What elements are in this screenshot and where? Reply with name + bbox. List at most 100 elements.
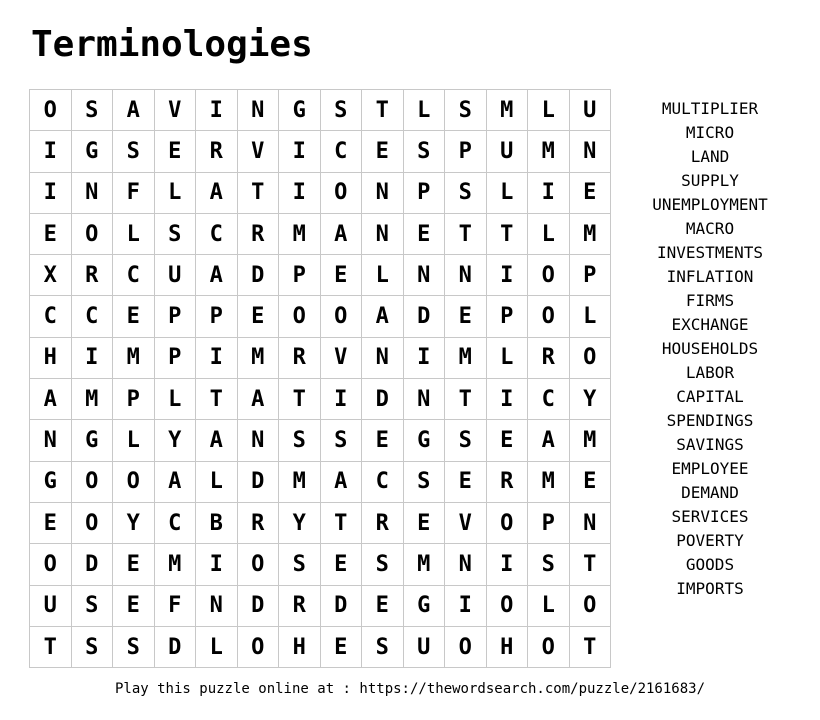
- grid-cell[interactable]: B: [196, 502, 238, 545]
- grid-cell[interactable]: R: [237, 213, 279, 256]
- grid-cell[interactable]: L: [196, 461, 238, 503]
- grid-cell[interactable]: S: [445, 90, 487, 132]
- grid-cell[interactable]: N: [403, 379, 445, 421]
- grid-cell[interactable]: I: [71, 337, 113, 380]
- grid-cell[interactable]: M: [569, 420, 611, 462]
- grid-cell[interactable]: A: [196, 255, 238, 297]
- grid-cell[interactable]: L: [154, 379, 196, 421]
- grid-cell[interactable]: E: [362, 131, 404, 173]
- grid-cell[interactable]: N: [569, 131, 611, 173]
- grid-cell[interactable]: E: [113, 544, 155, 586]
- grid-cell[interactable]: T: [569, 544, 611, 586]
- grid-cell[interactable]: O: [279, 296, 321, 338]
- grid-cell[interactable]: S: [154, 213, 196, 256]
- grid-cell[interactable]: P: [154, 337, 196, 380]
- grid-cell[interactable]: S: [320, 420, 362, 462]
- grid-cell[interactable]: T: [445, 213, 487, 256]
- grid-cell[interactable]: S: [279, 544, 321, 586]
- grid-cell[interactable]: L: [196, 626, 238, 669]
- grid-cell[interactable]: E: [569, 461, 611, 503]
- grid-cell[interactable]: V: [445, 502, 487, 545]
- grid-cell[interactable]: S: [320, 90, 362, 132]
- grid-cell[interactable]: I: [486, 255, 528, 297]
- grid-cell[interactable]: A: [362, 296, 404, 338]
- grid-cell[interactable]: E: [320, 255, 362, 297]
- grid-cell[interactable]: T: [196, 379, 238, 421]
- grid-cell[interactable]: U: [569, 90, 611, 132]
- grid-cell[interactable]: V: [237, 131, 279, 173]
- grid-cell[interactable]: P: [196, 296, 238, 338]
- grid-cell[interactable]: L: [113, 213, 155, 256]
- grid-cell[interactable]: D: [154, 626, 196, 669]
- grid-cell[interactable]: T: [30, 626, 72, 669]
- grid-cell[interactable]: E: [237, 296, 279, 338]
- grid-cell[interactable]: O: [486, 585, 528, 627]
- grid-cell[interactable]: S: [362, 544, 404, 586]
- grid-cell[interactable]: S: [403, 461, 445, 503]
- grid-cell[interactable]: M: [279, 461, 321, 503]
- grid-cell[interactable]: C: [362, 461, 404, 503]
- grid-cell[interactable]: H: [279, 626, 321, 669]
- grid-cell[interactable]: A: [237, 379, 279, 421]
- grid-cell[interactable]: M: [154, 544, 196, 586]
- grid-cell[interactable]: N: [445, 255, 487, 297]
- grid-cell[interactable]: E: [445, 461, 487, 503]
- grid-cell[interactable]: O: [445, 626, 487, 669]
- grid-cell[interactable]: D: [362, 379, 404, 421]
- grid-cell[interactable]: O: [30, 90, 72, 132]
- grid-cell[interactable]: I: [196, 337, 238, 380]
- grid-cell[interactable]: G: [403, 420, 445, 462]
- grid-cell[interactable]: T: [445, 379, 487, 421]
- grid-cell[interactable]: T: [486, 213, 528, 256]
- grid-cell[interactable]: P: [279, 255, 321, 297]
- grid-cell[interactable]: T: [237, 172, 279, 214]
- grid-cell[interactable]: E: [113, 585, 155, 627]
- grid-cell[interactable]: I: [196, 90, 238, 132]
- grid-cell[interactable]: U: [486, 131, 528, 173]
- grid-cell[interactable]: C: [320, 131, 362, 173]
- grid-cell[interactable]: M: [71, 379, 113, 421]
- grid-cell[interactable]: I: [30, 131, 72, 173]
- grid-cell[interactable]: M: [403, 544, 445, 586]
- grid-cell[interactable]: U: [30, 585, 72, 627]
- grid-cell[interactable]: A: [528, 420, 570, 462]
- grid-cell[interactable]: F: [154, 585, 196, 627]
- grid-cell[interactable]: L: [486, 337, 528, 380]
- grid-cell[interactable]: L: [486, 172, 528, 214]
- grid-cell[interactable]: P: [445, 131, 487, 173]
- grid-cell[interactable]: D: [320, 585, 362, 627]
- grid-cell[interactable]: E: [30, 502, 72, 545]
- grid-cell[interactable]: E: [362, 420, 404, 462]
- grid-cell[interactable]: Y: [113, 502, 155, 545]
- grid-cell[interactable]: G: [71, 131, 113, 173]
- grid-cell[interactable]: E: [320, 626, 362, 669]
- grid-cell[interactable]: N: [237, 420, 279, 462]
- grid-cell[interactable]: E: [403, 213, 445, 256]
- grid-cell[interactable]: R: [196, 131, 238, 173]
- grid-cell[interactable]: N: [569, 502, 611, 545]
- grid-cell[interactable]: E: [320, 544, 362, 586]
- grid-cell[interactable]: N: [403, 255, 445, 297]
- grid-cell[interactable]: G: [403, 585, 445, 627]
- grid-cell[interactable]: C: [71, 296, 113, 338]
- grid-cell[interactable]: O: [569, 585, 611, 627]
- grid-cell[interactable]: S: [362, 626, 404, 669]
- grid-cell[interactable]: I: [279, 131, 321, 173]
- grid-cell[interactable]: I: [403, 337, 445, 380]
- grid-cell[interactable]: S: [71, 585, 113, 627]
- grid-cell[interactable]: C: [30, 296, 72, 338]
- grid-cell[interactable]: M: [486, 90, 528, 132]
- grid-cell[interactable]: O: [30, 544, 72, 586]
- grid-cell[interactable]: A: [196, 172, 238, 214]
- grid-cell[interactable]: L: [113, 420, 155, 462]
- grid-cell[interactable]: M: [113, 337, 155, 380]
- grid-cell[interactable]: E: [30, 213, 72, 256]
- grid-cell[interactable]: R: [528, 337, 570, 380]
- grid-cell[interactable]: L: [362, 255, 404, 297]
- grid-cell[interactable]: I: [486, 544, 528, 586]
- grid-cell[interactable]: G: [279, 90, 321, 132]
- grid-cell[interactable]: P: [569, 255, 611, 297]
- grid-cell[interactable]: C: [196, 213, 238, 256]
- grid-cell[interactable]: C: [528, 379, 570, 421]
- grid-cell[interactable]: Y: [154, 420, 196, 462]
